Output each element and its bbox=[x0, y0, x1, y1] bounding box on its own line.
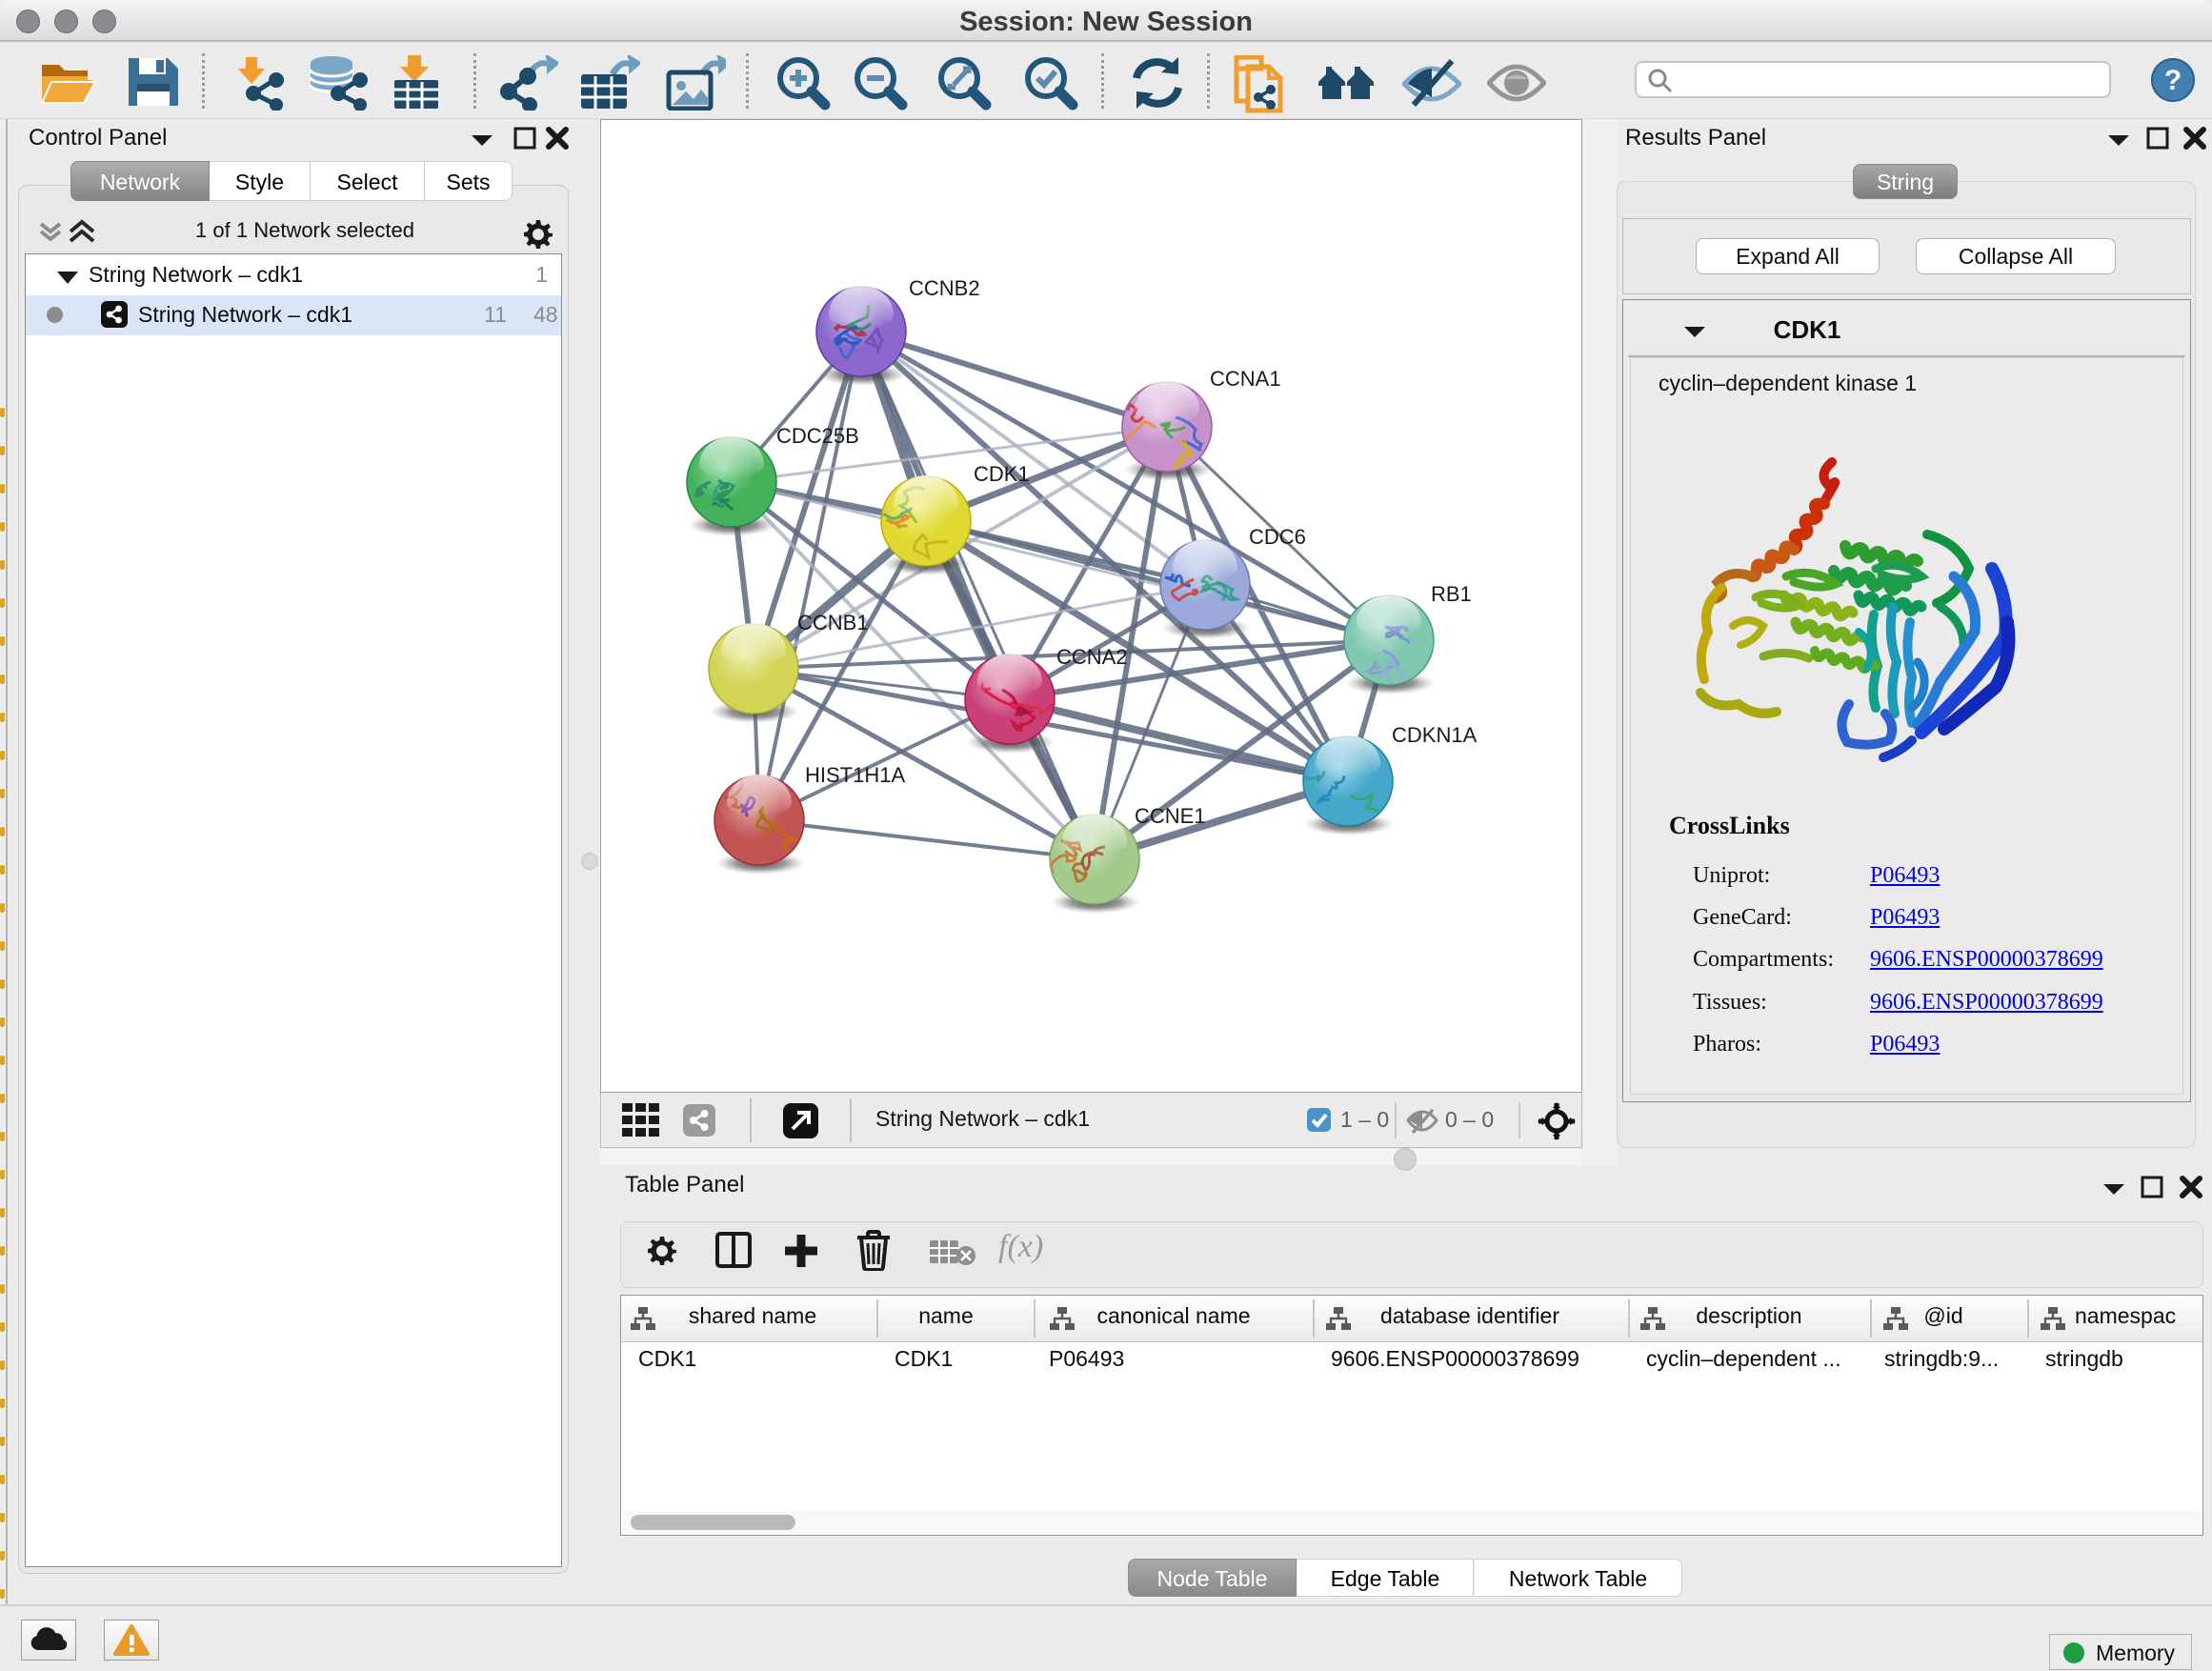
svg-text:CCNB1: CCNB1 bbox=[797, 611, 869, 634]
svg-text:HIST1H1A: HIST1H1A bbox=[805, 763, 905, 787]
svg-text:CDKN1A: CDKN1A bbox=[1392, 723, 1478, 747]
svg-text:CCNB2: CCNB2 bbox=[909, 276, 980, 300]
svg-text:CDC25B: CDC25B bbox=[776, 424, 859, 448]
svg-text:CCNA1: CCNA1 bbox=[1210, 367, 1281, 391]
svg-text:?: ? bbox=[2164, 65, 2182, 96]
svg-text:CCNE1: CCNE1 bbox=[1135, 804, 1206, 828]
svg-text:CCNA2: CCNA2 bbox=[1056, 645, 1128, 669]
svg-text:CDK1: CDK1 bbox=[974, 462, 1030, 486]
svg-text:RB1: RB1 bbox=[1431, 582, 1472, 606]
svg-text:CDC6: CDC6 bbox=[1249, 525, 1306, 549]
